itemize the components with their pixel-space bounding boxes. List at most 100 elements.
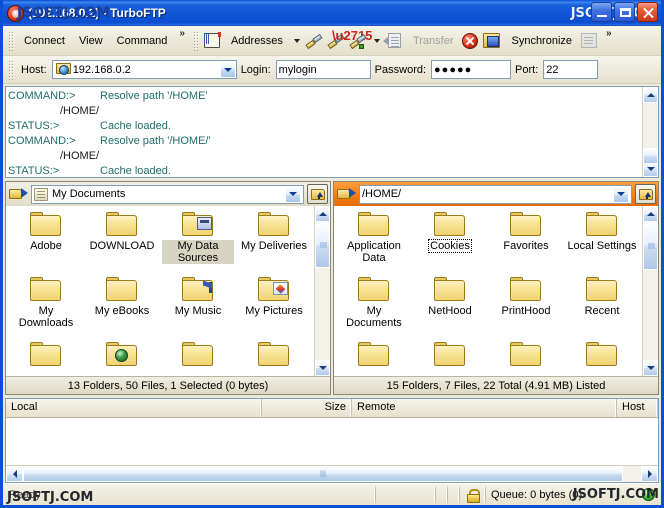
local-pane-body[interactable]: Adobe DOWNLOAD My Data Sources My Delive…: [6, 206, 330, 376]
transfer-button: Transfer: [412, 34, 454, 47]
connection-bar-grip[interactable]: [8, 59, 14, 80]
list-item[interactable]: [412, 340, 488, 376]
remote-scroll-track[interactable]: [643, 222, 658, 360]
remote-pane-scrollbar[interactable]: [642, 206, 658, 376]
menu-overflow-chevron-icon[interactable]: »: [174, 28, 190, 39]
local-scroll-thumb[interactable]: [315, 222, 330, 268]
connect-options-chevron-down-icon[interactable]: [373, 38, 380, 43]
local-file-list[interactable]: Adobe DOWNLOAD My Data Sources My Delive…: [6, 206, 314, 376]
quick-connect-icon[interactable]: [304, 31, 324, 51]
list-item[interactable]: My Pictures: [236, 275, 312, 340]
remote-scroll-down-icon[interactable]: [643, 360, 658, 376]
folder-icon: [258, 212, 290, 238]
local-scroll-track[interactable]: [315, 222, 330, 360]
menu-bar-grip[interactable]: [8, 30, 14, 51]
list-item[interactable]: NetHood: [412, 275, 488, 340]
folder-icon: [586, 277, 618, 303]
queue-scroll-thumb[interactable]: [23, 466, 623, 482]
transfer-queue: Local Size Remote Host: [5, 398, 659, 483]
list-item[interactable]: Application Data: [336, 210, 412, 275]
local-scroll-up-icon[interactable]: [315, 206, 330, 222]
log-scroll-up-icon[interactable]: [643, 87, 658, 103]
connect-options-icon[interactable]: [348, 31, 368, 51]
list-item[interactable]: Local Settings: [564, 210, 640, 275]
close-button[interactable]: [637, 2, 658, 22]
queue-horizontal-scrollbar[interactable]: [6, 465, 658, 482]
local-pane-scrollbar[interactable]: [314, 206, 330, 376]
menu-view[interactable]: View: [72, 32, 110, 50]
local-up-one-level-button[interactable]: [307, 184, 328, 204]
list-item[interactable]: Favorites: [488, 210, 564, 275]
list-item[interactable]: [488, 340, 564, 376]
disconnect-icon[interactable]: \u2715: [326, 29, 372, 51]
maximize-button[interactable]: [614, 2, 635, 22]
remote-path-chevron-down-icon[interactable]: [613, 185, 629, 203]
queue-column-host[interactable]: Host: [617, 399, 658, 417]
login-input[interactable]: mylogin: [275, 60, 371, 79]
list-item[interactable]: [564, 340, 640, 376]
log-scrollbar[interactable]: [642, 87, 658, 177]
local-scroll-down-icon[interactable]: [315, 360, 330, 376]
list-item-label: Adobe: [30, 240, 62, 252]
remote-path-input[interactable]: /HOME/: [359, 184, 632, 204]
remote-pane-body[interactable]: Application Data Cookies Favorites Local…: [334, 206, 658, 376]
stop-icon[interactable]: [460, 31, 480, 51]
list-item-focused[interactable]: Cookies: [412, 210, 488, 275]
remote-scroll-thumb[interactable]: [643, 222, 658, 270]
minimize-button[interactable]: [591, 2, 612, 22]
local-path-input[interactable]: My Documents: [31, 184, 304, 204]
list-item[interactable]: PrintHood: [488, 275, 564, 340]
list-item[interactable]: [84, 340, 160, 376]
queue-column-local[interactable]: Local: [6, 399, 262, 417]
synchronize-button[interactable]: Synchronize: [504, 32, 579, 50]
queue-scroll-track[interactable]: [23, 466, 641, 482]
list-item[interactable]: My eBooks: [84, 275, 160, 340]
remote-file-list[interactable]: Application Data Cookies Favorites Local…: [334, 206, 642, 376]
menu-command[interactable]: Command: [110, 32, 175, 50]
queue-column-size[interactable]: Size: [262, 399, 352, 417]
list-item[interactable]: My Deliveries: [236, 210, 312, 275]
password-value: ●●●●●: [434, 63, 473, 76]
synchronize-icon[interactable]: [482, 31, 502, 51]
list-item[interactable]: [236, 340, 312, 376]
addresses-button[interactable]: Addresses: [224, 32, 290, 50]
list-item[interactable]: My Documents: [336, 275, 412, 340]
log-line: COMMAND:> Resolve path '/HOME/': [8, 134, 642, 149]
list-item-label: Local Settings: [567, 240, 637, 252]
list-item[interactable]: My Music: [160, 275, 236, 340]
status-ready-text: Ready: [9, 488, 41, 501]
log-scroll-thumb[interactable]: [643, 148, 658, 164]
list-item[interactable]: [336, 340, 412, 376]
queue-body[interactable]: [6, 418, 658, 465]
list-item-selected[interactable]: My Data Sources: [160, 210, 236, 275]
list-item-label: DOWNLOAD: [89, 240, 155, 252]
toolbar-overflow-chevron-icon[interactable]: »: [601, 28, 617, 39]
list-item[interactable]: My Downloads: [8, 275, 84, 340]
queue-column-remote[interactable]: Remote: [352, 399, 617, 417]
remote-up-one-level-button[interactable]: [635, 184, 656, 204]
list-item[interactable]: [8, 340, 84, 376]
local-path-chevron-down-icon[interactable]: [285, 185, 301, 203]
menu-connect[interactable]: Connect: [17, 32, 72, 50]
log-message: Resolve path '/HOME': [100, 90, 208, 102]
log-scroll-track[interactable]: [643, 103, 658, 164]
host-chevron-down-icon[interactable]: [219, 61, 236, 78]
list-item[interactable]: Recent: [564, 275, 640, 340]
folder-icon: [30, 212, 62, 238]
password-input[interactable]: ●●●●●: [431, 60, 512, 79]
queue-scroll-right-icon[interactable]: [641, 466, 658, 482]
address-book-icon[interactable]: [202, 31, 222, 51]
list-item[interactable]: [160, 340, 236, 376]
list-item[interactable]: DOWNLOAD: [84, 210, 160, 275]
list-item[interactable]: Adobe: [8, 210, 84, 275]
status-security-cell: [459, 486, 485, 503]
addresses-chevron-down-icon[interactable]: [293, 38, 300, 43]
folder-icon: [586, 342, 618, 368]
port-input[interactable]: 22: [543, 60, 599, 79]
session-log[interactable]: COMMAND:> Resolve path '/HOME' /HOME/ ST…: [6, 87, 642, 177]
queue-scroll-left-icon[interactable]: [6, 466, 23, 482]
toolbar-grip[interactable]: [192, 30, 199, 51]
host-input[interactable]: 192.168.0.2: [51, 60, 237, 79]
remote-scroll-up-icon[interactable]: [643, 206, 658, 222]
list-item-label: My Deliveries: [240, 240, 307, 252]
